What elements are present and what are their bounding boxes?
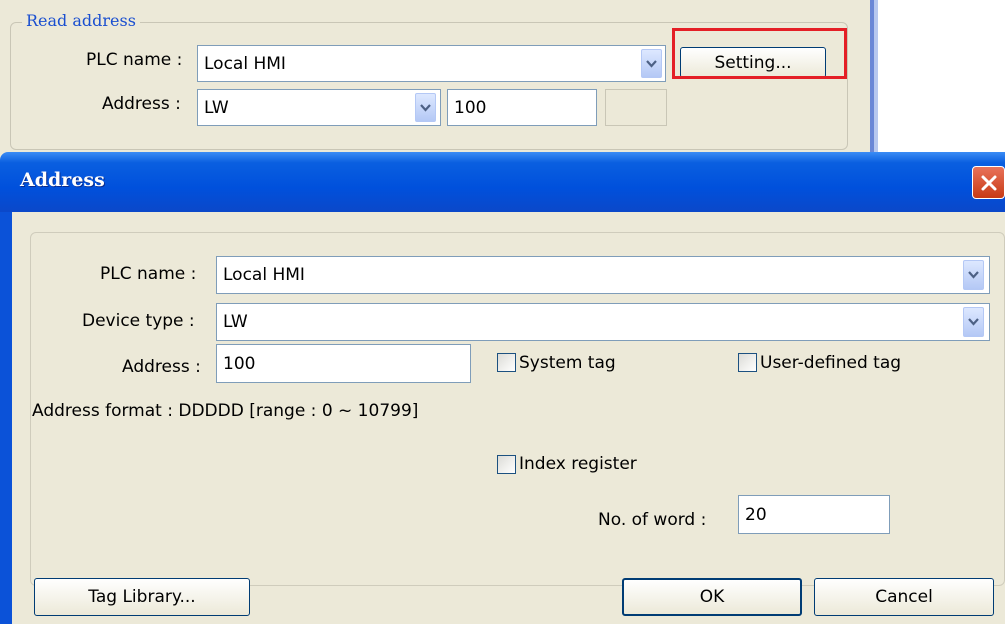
ok-button[interactable]: OK: [622, 578, 802, 616]
index-register-label[interactable]: Index register: [519, 454, 637, 474]
device-type-label: Device type :: [82, 311, 195, 331]
system-tag-checkbox[interactable]: [497, 353, 516, 372]
setting-button-highlight: [672, 28, 847, 79]
dialog-plc-name-dropdown[interactable]: [963, 260, 984, 290]
tag-library-button[interactable]: Tag Library...: [34, 578, 250, 616]
chevron-down-icon: [968, 318, 979, 326]
device-dropdown-button[interactable]: [415, 93, 436, 122]
no-of-word-label: No. of word :: [598, 510, 707, 530]
chevron-down-icon: [646, 59, 657, 68]
system-tag-label[interactable]: System tag: [519, 353, 616, 373]
plc-name-dropdown-button[interactable]: [641, 49, 662, 78]
address-label: Address :: [102, 94, 181, 114]
address-value: 100: [454, 97, 487, 118]
device-type-select[interactable]: LW: [216, 303, 990, 341]
extra-field: [605, 89, 667, 126]
device-type-value: LW: [223, 312, 248, 332]
dialog-body: PLC name : Local HMI Device type : LW Ad…: [0, 212, 1005, 624]
window-edge: [870, 0, 888, 160]
dialog-address-value: 100: [223, 353, 256, 374]
cancel-button[interactable]: Cancel: [814, 578, 994, 616]
address-input[interactable]: 100: [447, 89, 597, 126]
device-select[interactable]: LW: [197, 89, 441, 126]
dialog-title: Address: [20, 169, 105, 191]
read-address-legend: Read address: [22, 11, 140, 30]
plc-name-select[interactable]: Local HMI: [197, 45, 666, 82]
device-value: LW: [204, 97, 229, 118]
chevron-down-icon: [420, 103, 431, 112]
address-format-text: Address format : DDDDD [range : 0 ~ 1079…: [32, 401, 419, 421]
dialog-plc-name-label: PLC name :: [100, 264, 197, 284]
dialog-address-label: Address :: [122, 357, 201, 377]
chevron-down-icon: [968, 271, 979, 279]
no-of-word-input[interactable]: 20: [738, 495, 890, 534]
device-type-dropdown[interactable]: [963, 307, 984, 337]
dialog-plc-name-select[interactable]: Local HMI: [216, 256, 990, 294]
plc-name-label: PLC name :: [86, 50, 183, 70]
user-defined-tag-label[interactable]: User-defined tag: [760, 353, 901, 373]
read-address-panel: Read address PLC name : Local HMI Settin…: [0, 0, 870, 160]
address-dialog: Address PLC name : Local HMI Device type…: [0, 152, 1005, 624]
close-button[interactable]: [972, 166, 1005, 199]
no-of-word-value: 20: [745, 504, 767, 525]
dialog-address-input[interactable]: 100: [216, 344, 471, 383]
user-defined-tag-checkbox[interactable]: [738, 353, 757, 372]
close-icon: [981, 175, 996, 190]
dialog-titlebar[interactable]: Address: [0, 152, 1005, 212]
plc-name-value: Local HMI: [204, 53, 286, 74]
dialog-plc-name-value: Local HMI: [223, 265, 305, 285]
index-register-checkbox[interactable]: [497, 455, 516, 474]
